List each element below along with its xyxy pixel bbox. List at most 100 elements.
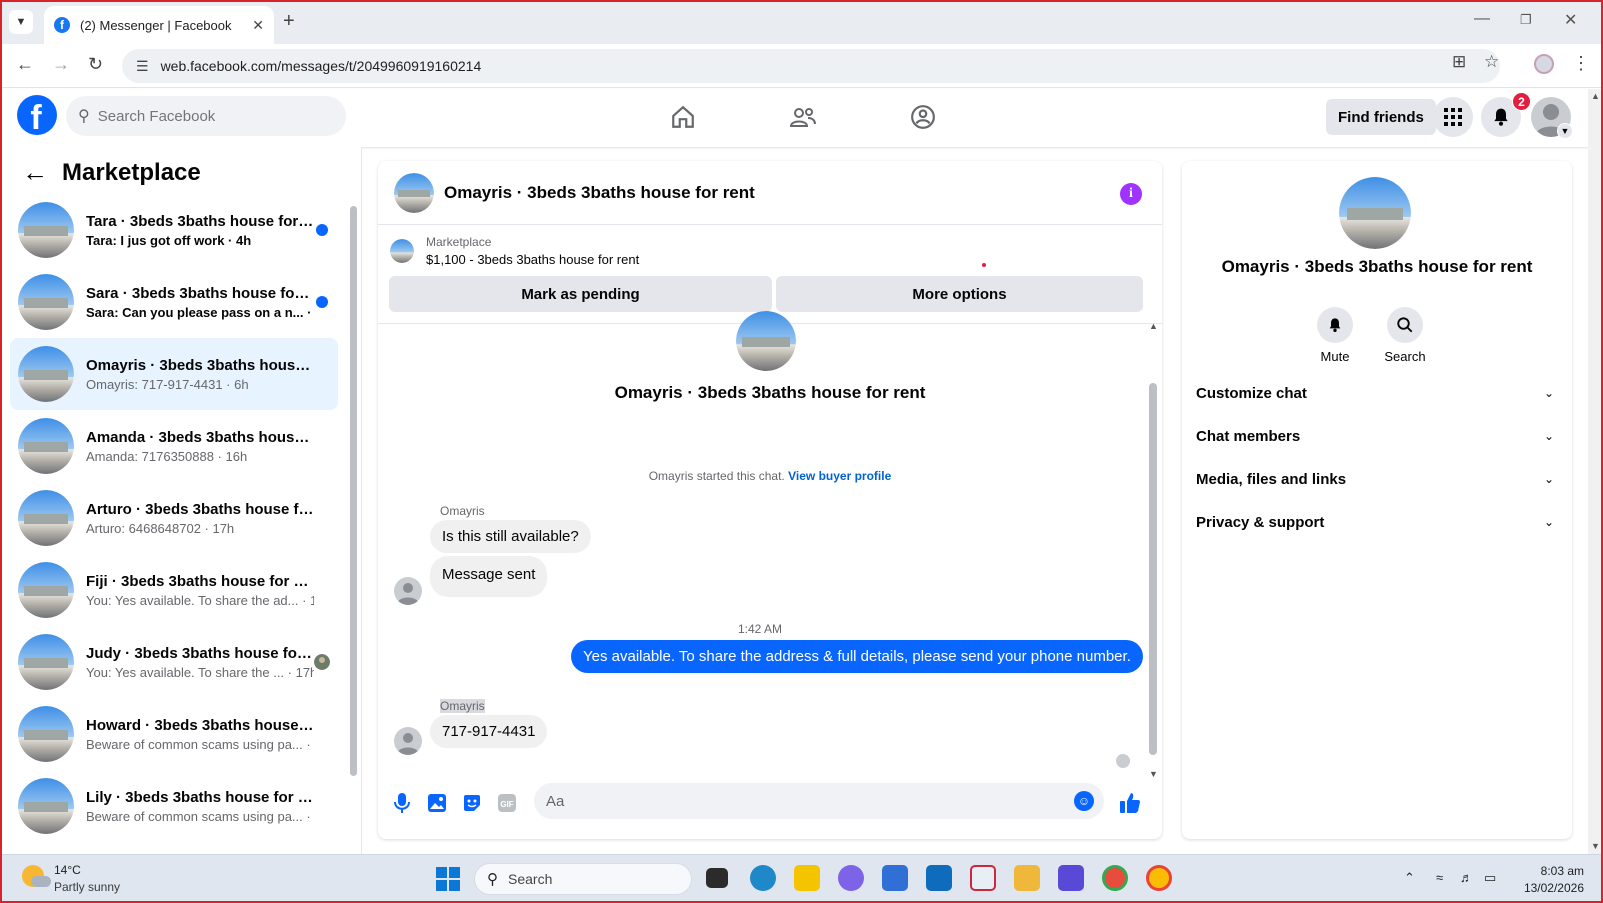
tab-close-icon[interactable]: ✕ <box>252 17 264 34</box>
facebook-top-nav: f ⚲ Find friends 2 ▼ <box>0 89 1588 147</box>
section-chat-members[interactable]: Chat members ⌄ <box>1196 416 1558 456</box>
incoming-message[interactable]: 717-917-4431 <box>430 715 548 748</box>
chat-listing-avatar[interactable] <box>394 172 434 213</box>
sticky-notes-icon[interactable] <box>794 865 820 891</box>
weather-description[interactable]: Partly sunny <box>54 880 120 894</box>
conversation-item-judy[interactable]: Judy · 3beds 3baths house for... You: Ye… <box>10 626 338 698</box>
forward-arrow-icon[interactable]: → <box>52 54 70 75</box>
more-options-button[interactable]: More options <box>776 276 1143 312</box>
mute-button[interactable]: Mute <box>1305 307 1365 364</box>
wifi-icon[interactable]: ≈ <box>1436 870 1443 885</box>
conversation-info-icon[interactable]: i <box>1120 183 1142 205</box>
back-arrow-icon[interactable]: ← <box>22 157 48 188</box>
thumbs-up-icon[interactable] <box>1118 791 1142 815</box>
conversation-item-omayris[interactable]: Omayris · 3beds 3baths house f... Omayri… <box>10 338 338 410</box>
facebook-search-box[interactable]: ⚲ <box>66 96 346 136</box>
reload-icon[interactable]: ↻ <box>88 54 103 75</box>
facebook-search-input[interactable] <box>97 107 318 125</box>
info-listing-avatar[interactable] <box>1339 177 1411 249</box>
intro-listing-avatar[interactable] <box>736 311 796 371</box>
chat-header: Omayris · 3beds 3baths house for rent i <box>378 161 1162 225</box>
section-customize-chat[interactable]: Customize chat ⌄ <box>1196 373 1558 413</box>
sender-avatar[interactable] <box>394 727 422 755</box>
task-view-icon[interactable] <box>706 868 728 888</box>
browser-profile-avatar[interactable] <box>1534 54 1554 74</box>
volume-icon[interactable]: ♬ <box>1460 870 1473 885</box>
bookmark-star-icon[interactable]: ☆ <box>1484 52 1499 72</box>
omnibox[interactable]: ☰ web.facebook.com/messages/t/2049960919… <box>122 49 1500 83</box>
view-buyer-profile-link[interactable]: View buyer profile <box>788 469 891 483</box>
conversation-item-tara[interactable]: Tara · 3beds 3baths house for ... Tara: … <box>10 194 338 266</box>
mark-as-pending-button[interactable]: Mark as pending <box>389 276 772 312</box>
find-friends-button[interactable]: Find friends <box>1326 99 1436 135</box>
conversation-item-arturo[interactable]: Arturo · 3beds 3baths house for ... Artu… <box>10 482 338 554</box>
sidebar-scroll-thumb[interactable] <box>350 206 357 776</box>
home-icon[interactable] <box>663 97 703 137</box>
incoming-message[interactable]: Message sent <box>430 556 548 597</box>
listing-banner[interactable]: Marketplace $1,100 - 3beds 3baths house … <box>390 235 639 267</box>
scroll-down-icon[interactable]: ▼ <box>1591 841 1600 851</box>
conversation-item-howard[interactable]: Howard · 3beds 3baths house fo... Beware… <box>10 698 338 770</box>
file-explorer-icon[interactable] <box>1014 865 1040 891</box>
chat-title[interactable]: Omayris · 3beds 3baths house for rent <box>444 183 755 203</box>
account-chevron-down-icon[interactable]: ▼ <box>1557 123 1573 139</box>
message-input-box[interactable]: ☺ <box>534 783 1104 819</box>
conversation-item-lily[interactable]: Lily · 3beds 3baths house for rent Bewar… <box>10 770 338 842</box>
conversation-preview: Amanda: 7176350888 · 16h <box>86 448 248 464</box>
sticker-icon[interactable] <box>460 791 484 815</box>
conversation-item-amanda[interactable]: Amanda · 3beds 3baths house f... Amanda:… <box>10 410 338 482</box>
restore-window-icon[interactable]: ❐ <box>1520 12 1532 28</box>
conversation-item-fiji[interactable]: Fiji · 3beds 3baths house for rent You: … <box>10 554 338 626</box>
taskbar-search-input[interactable] <box>508 871 658 887</box>
clock-time[interactable]: 8:03 am <box>1536 864 1584 878</box>
page-scrollbar[interactable]: ▲ ▼ <box>1588 89 1603 854</box>
incoming-message[interactable]: Is this still available? <box>430 520 591 553</box>
message-input[interactable] <box>546 792 1066 810</box>
taskbar-search-box[interactable]: ⚲ <box>474 863 692 895</box>
edge-browser-icon[interactable] <box>750 865 776 891</box>
photo-icon[interactable] <box>425 791 449 815</box>
close-window-icon[interactable]: ✕ <box>1564 10 1577 30</box>
vpn-app-icon[interactable] <box>1058 865 1084 891</box>
microsoft-store-icon[interactable] <box>882 865 908 891</box>
clock-date[interactable]: 13/02/2026 <box>1516 881 1584 895</box>
outlook-icon[interactable] <box>926 865 952 891</box>
copilot-icon[interactable] <box>838 865 864 891</box>
scroll-up-icon[interactable]: ▲ <box>1149 321 1158 331</box>
site-info-icon[interactable]: ☰ <box>136 58 149 75</box>
microphone-icon[interactable] <box>390 791 414 815</box>
apps-menu-icon[interactable] <box>1433 97 1473 137</box>
unread-indicator <box>316 296 328 308</box>
chrome-profile-icon[interactable] <box>1146 865 1172 891</box>
install-app-icon[interactable]: ⊞ <box>1452 52 1466 72</box>
outgoing-message[interactable]: Yes available. To share the address & fu… <box>571 640 1143 673</box>
browser-tab-active[interactable]: f (2) Messenger | Facebook ✕ <box>44 6 274 44</box>
sender-avatar[interactable] <box>394 577 422 605</box>
chat-scroll-thumb[interactable] <box>1149 383 1157 755</box>
windows-start-icon[interactable] <box>436 867 460 891</box>
weather-temperature[interactable]: 14°C <box>54 863 81 877</box>
section-media-files-links[interactable]: Media, files and links ⌄ <box>1196 459 1558 499</box>
chat-scrollbar[interactable]: ▲ ▼ <box>1148 321 1158 779</box>
facebook-logo-icon[interactable]: f <box>17 95 57 135</box>
tray-overflow-chevron-icon[interactable]: ⌃ <box>1404 870 1415 886</box>
scroll-up-icon[interactable]: ▲ <box>1591 91 1600 101</box>
weather-cloud-icon <box>31 876 51 887</box>
emoji-icon[interactable]: ☺ <box>1074 791 1094 811</box>
groups-icon[interactable] <box>903 97 943 137</box>
snipping-tool-icon[interactable] <box>970 865 996 891</box>
back-arrow-icon[interactable]: ← <box>16 54 34 75</box>
browser-menu-icon[interactable]: ⋮ <box>1572 53 1590 74</box>
battery-icon[interactable]: ▭ <box>1484 870 1496 886</box>
sidebar-scrollbar[interactable] <box>349 194 358 824</box>
search-in-conversation-button[interactable]: Search <box>1375 307 1435 364</box>
gif-icon[interactable]: GIF <box>495 791 519 815</box>
section-privacy-support[interactable]: Privacy & support ⌄ <box>1196 502 1558 542</box>
url-text[interactable]: web.facebook.com/messages/t/204996091916… <box>161 58 482 74</box>
friends-icon[interactable] <box>783 97 823 137</box>
minimize-window-icon[interactable]: — <box>1474 10 1490 28</box>
conversation-item-sara[interactable]: Sara · 3beds 3baths house for ... Sara: … <box>10 266 338 338</box>
new-tab-icon[interactable]: + <box>283 10 295 33</box>
tab-search-dropdown-icon[interactable]: ▼ <box>9 10 33 34</box>
chrome-icon[interactable] <box>1102 865 1128 891</box>
